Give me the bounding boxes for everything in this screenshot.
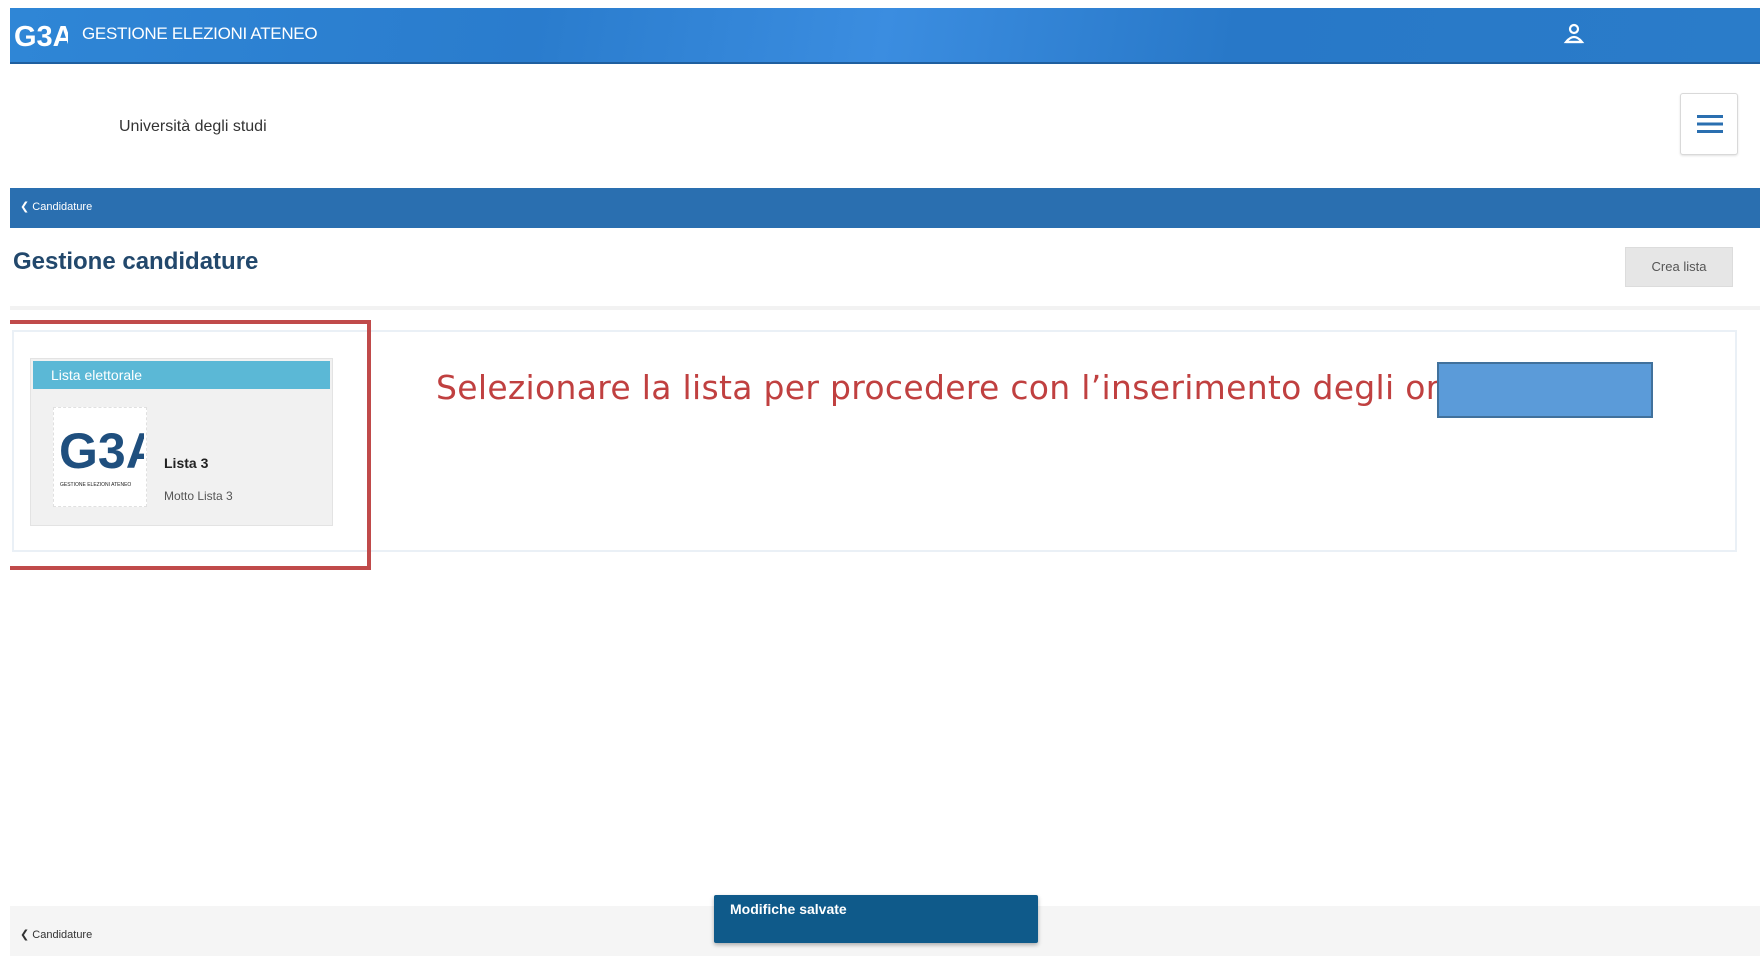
svg-text:G3A: G3A	[14, 21, 68, 50]
breadcrumb-back-link[interactable]: ❮ Candidature	[20, 200, 92, 213]
user-icon[interactable]	[1563, 22, 1585, 46]
redaction-box	[1437, 362, 1653, 418]
footer-back-link[interactable]: ❮ Candidature	[20, 928, 92, 941]
page-title: Gestione candidature	[13, 248, 259, 275]
toast-notification: Modifiche salvate	[714, 895, 1038, 943]
university-name: Università degli studi	[119, 118, 267, 135]
divider	[10, 306, 1760, 310]
footer-back-label: Candidature	[32, 929, 93, 941]
app-title: GESTIONE ELEZIONI ATENEO	[82, 24, 318, 43]
top-bar: G3A GESTIONE ELEZIONI ATENEO	[10, 8, 1760, 64]
breadcrumb-bar: ❮ Candidature	[10, 188, 1760, 228]
chevron-left-icon: ❮	[20, 929, 30, 941]
menu-button[interactable]	[1680, 93, 1738, 155]
hamburger-icon	[1697, 115, 1723, 133]
instruction-annotation: Selezionare la lista per procedere con l…	[436, 368, 1512, 407]
highlight-box	[10, 320, 371, 570]
g3a-logo: G3A	[14, 21, 68, 50]
create-list-button[interactable]: Crea lista	[1625, 247, 1733, 287]
site-header: Università degli studi	[10, 64, 1760, 188]
chevron-left-icon: ❮	[20, 201, 30, 213]
breadcrumb-label: Candidature	[32, 201, 93, 213]
